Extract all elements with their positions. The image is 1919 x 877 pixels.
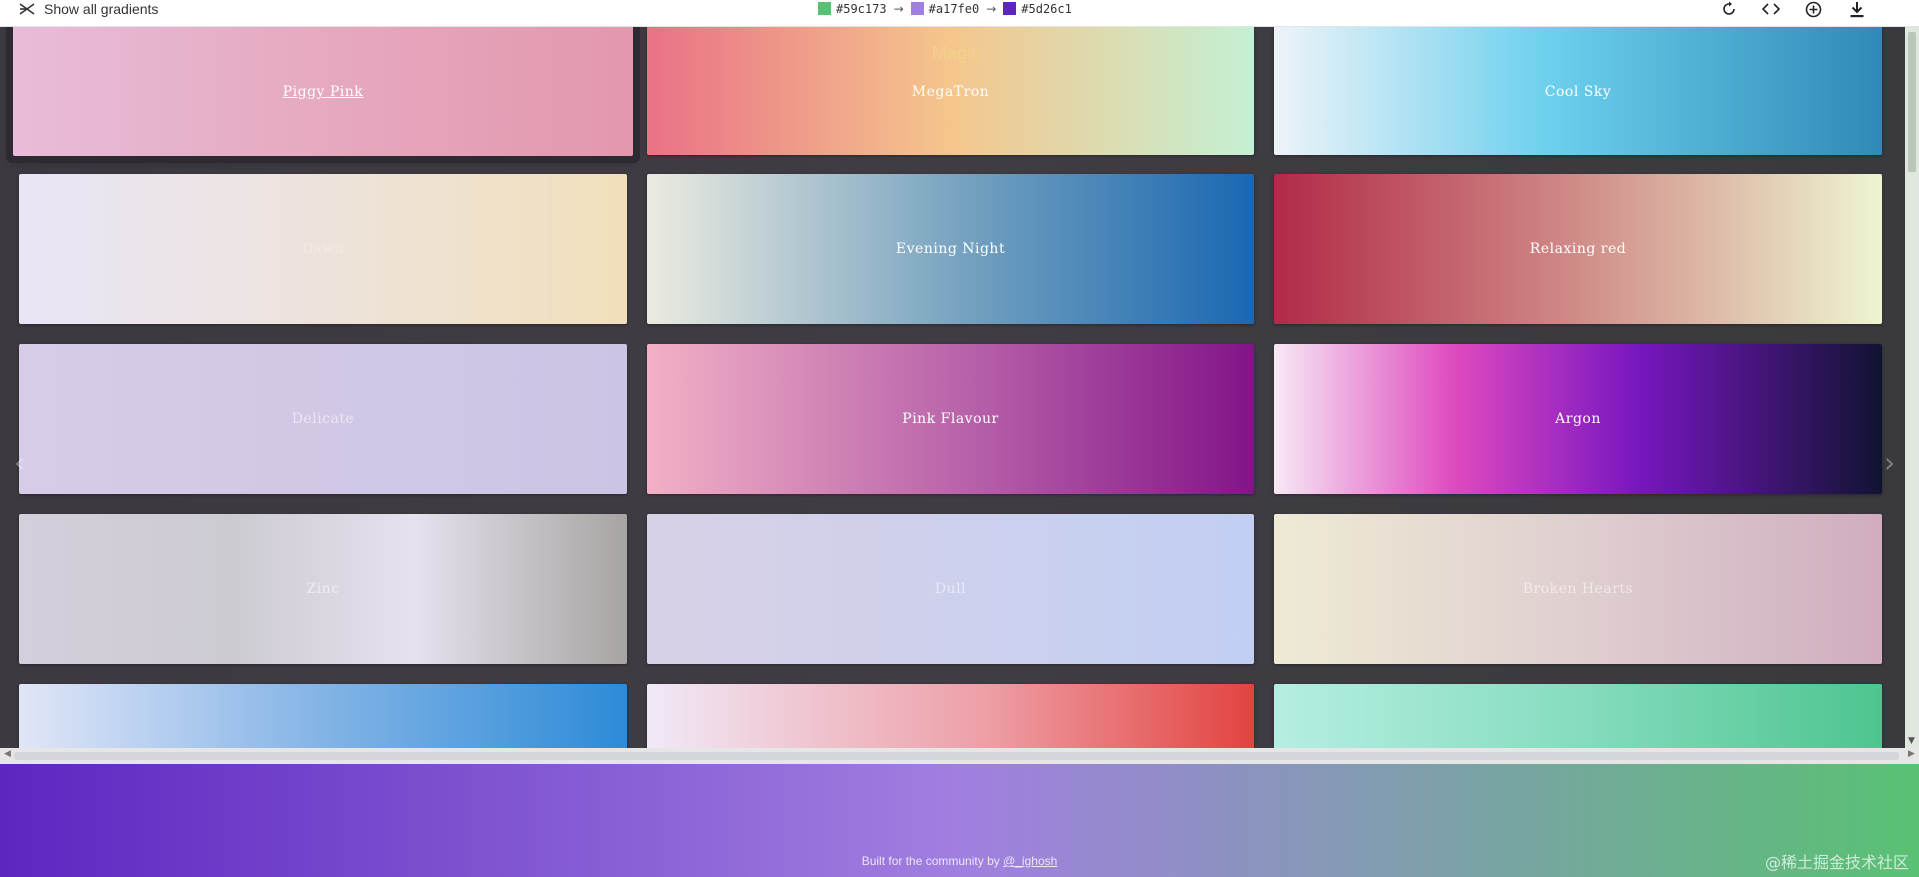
color-swatch-1: [818, 2, 831, 15]
gradient-card[interactable]: [647, 684, 1254, 748]
chevron-left-icon[interactable]: ‹: [14, 446, 25, 479]
gradient-name: Zinc: [306, 581, 340, 597]
scroll-right-arrow-icon[interactable]: ▶: [1908, 749, 1915, 759]
credit-text: Built for the community by: [861, 854, 1004, 868]
gradient-card[interactable]: [1274, 684, 1882, 748]
code-icon[interactable]: [1760, 0, 1782, 18]
gradient-card[interactable]: [19, 684, 627, 748]
color-hex-2[interactable]: #a17fe0: [929, 2, 980, 16]
color-swatch-2: [910, 2, 924, 15]
chevron-right-icon[interactable]: ›: [1884, 446, 1895, 479]
gradient-card[interactable]: Relaxing red: [1274, 174, 1882, 324]
gradient-name: Piggy Pink: [282, 84, 364, 100]
gradient-grid: Magic Piggy Pink MegaTron Cool Sky Dawn …: [0, 26, 1905, 748]
gradient-card[interactable]: Piggy Pink: [13, 26, 633, 156]
download-icon[interactable]: [1846, 0, 1868, 18]
gradient-card[interactable]: Cool Sky: [1274, 26, 1882, 155]
gradient-card[interactable]: Evening Night: [647, 174, 1254, 324]
gradient-card[interactable]: Zinc: [19, 514, 627, 664]
scrollbar-thumb[interactable]: [1908, 32, 1916, 172]
gradient-name: Dawn: [301, 241, 345, 257]
gradient-name: Cool Sky: [1544, 83, 1612, 100]
show-all-gradients-button[interactable]: Show all gradients: [18, 0, 158, 18]
toolbar-actions: [1718, 0, 1868, 18]
palette-readout: #59c173 → #a17fe0 → #5d26c1: [818, 0, 1072, 17]
footer-gradient-preview: Built for the community by @_ighosh @稀土掘…: [0, 764, 1919, 877]
gradient-card[interactable]: Argon: [1274, 344, 1882, 494]
gradient-name: Pink Flavour: [902, 411, 999, 427]
gradient-name: Argon: [1555, 411, 1601, 427]
top-toolbar: Show all gradients #59c173 → #a17fe0 → #…: [0, 0, 1919, 27]
gradient-card[interactable]: Broken Hearts: [1274, 514, 1882, 664]
author-link[interactable]: @_ighosh: [1003, 854, 1057, 868]
gradient-name: Dull: [934, 581, 967, 597]
gradient-name: MegaTron: [911, 83, 990, 100]
horizontal-scrollbar[interactable]: ◀ ▶: [0, 748, 1919, 764]
gradient-card[interactable]: Dull: [647, 514, 1254, 664]
add-circle-icon[interactable]: [1802, 0, 1824, 18]
gradient-name: Relaxing red: [1529, 241, 1627, 257]
scroll-left-arrow-icon[interactable]: ◀: [4, 749, 11, 759]
gradient-name: Delicate: [291, 411, 355, 427]
rotate-icon[interactable]: [1718, 0, 1740, 18]
arrow-icon: →: [893, 1, 904, 16]
footer-credit: Built for the community by @_ighosh: [0, 854, 1919, 868]
current-gradient-name: Magic: [932, 43, 981, 63]
arrow-icon: →: [986, 1, 997, 16]
scroll-down-arrow-icon[interactable]: ▼: [1908, 736, 1915, 746]
color-hex-3[interactable]: #5d26c1: [1021, 2, 1072, 16]
scissors-menu-icon: [18, 0, 38, 18]
show-all-gradients-label: Show all gradients: [44, 1, 159, 17]
gradient-name: Broken Hearts: [1522, 581, 1634, 597]
watermark: @稀土掘金技术社区: [1764, 853, 1909, 872]
vertical-scrollbar[interactable]: ▼: [1905, 26, 1919, 748]
color-hex-1[interactable]: #59c173: [836, 2, 887, 16]
gradient-card[interactable]: Delicate: [19, 344, 627, 494]
gradient-card[interactable]: Dawn: [19, 174, 627, 324]
color-swatch-3: [1003, 2, 1017, 15]
gradient-name: Evening Night: [895, 241, 1006, 257]
scrollbar-thumb[interactable]: [14, 752, 1899, 760]
gradient-card[interactable]: Pink Flavour: [647, 344, 1254, 494]
